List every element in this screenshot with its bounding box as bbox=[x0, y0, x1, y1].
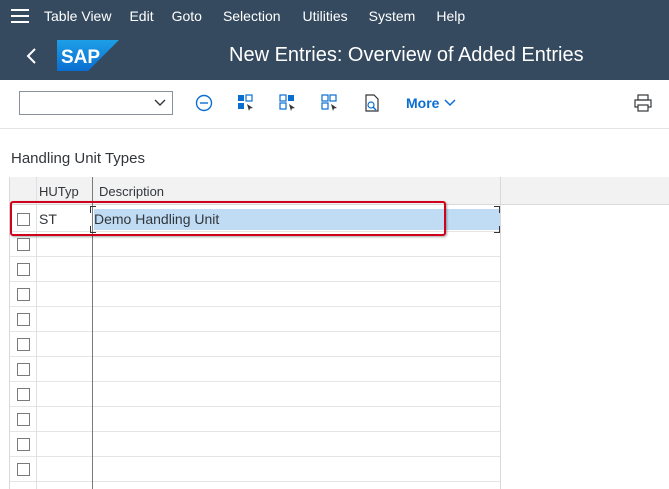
table-row bbox=[10, 407, 500, 432]
page-title: New Entries: Overview of Added Entries bbox=[229, 44, 584, 66]
highlight-annotation-box bbox=[10, 201, 446, 236]
row-selector-checkbox[interactable] bbox=[17, 263, 30, 276]
menu-system[interactable]: System bbox=[369, 8, 416, 24]
chevron-down-icon[interactable] bbox=[153, 96, 167, 110]
menu-selection[interactable]: Selection bbox=[223, 8, 281, 24]
grid-header-filler bbox=[499, 177, 669, 205]
hutyp-input[interactable] bbox=[38, 309, 91, 329]
section-title: Handling Unit Types bbox=[11, 150, 145, 167]
row-selector-checkbox[interactable] bbox=[17, 413, 30, 426]
svg-text:SAP: SAP bbox=[61, 47, 100, 68]
shell-header: SAP New Entries: Overview of Added Entri… bbox=[0, 32, 669, 80]
chevron-down-icon bbox=[444, 99, 456, 107]
row-selector-checkbox[interactable] bbox=[17, 463, 30, 476]
hutyp-input[interactable] bbox=[38, 409, 91, 429]
focus-corner bbox=[494, 226, 500, 233]
back-arrow-icon[interactable] bbox=[22, 46, 42, 66]
menu-utilities[interactable]: Utilities bbox=[303, 8, 348, 24]
hutyp-input[interactable] bbox=[38, 259, 91, 279]
menu-edit[interactable]: Edit bbox=[129, 8, 153, 24]
column-header-description[interactable]: Description bbox=[99, 184, 164, 199]
table-row bbox=[10, 457, 500, 482]
row-selector-checkbox[interactable] bbox=[17, 238, 30, 251]
row-selector-checkbox[interactable] bbox=[17, 388, 30, 401]
hutyp-input[interactable] bbox=[38, 384, 91, 404]
sap-logo: SAP bbox=[57, 40, 119, 71]
more-button[interactable]: More bbox=[406, 95, 456, 111]
column-header-hutyp[interactable]: HUTyp bbox=[39, 184, 79, 199]
command-field[interactable] bbox=[19, 91, 173, 115]
table-row bbox=[10, 382, 500, 407]
more-label: More bbox=[406, 95, 440, 111]
row-selector-checkbox[interactable] bbox=[17, 438, 30, 451]
hutyp-input[interactable] bbox=[38, 334, 91, 354]
menu-goto[interactable]: Goto bbox=[172, 8, 202, 24]
table-row bbox=[10, 332, 500, 357]
row-selector-checkbox[interactable] bbox=[17, 338, 30, 351]
hutyp-input[interactable] bbox=[38, 284, 91, 304]
hutyp-input[interactable] bbox=[38, 459, 91, 479]
select-block-icon[interactable] bbox=[321, 94, 339, 112]
table-row bbox=[10, 307, 500, 332]
hamburger-menu-icon[interactable] bbox=[11, 9, 29, 23]
deselect-icon[interactable] bbox=[279, 94, 297, 112]
table-row bbox=[10, 357, 500, 382]
table-row bbox=[10, 432, 500, 457]
minus-circle-icon[interactable] bbox=[195, 94, 213, 112]
row-selector-checkbox[interactable] bbox=[17, 313, 30, 326]
menu-table-view[interactable]: Table View bbox=[44, 8, 111, 24]
focus-corner bbox=[494, 206, 500, 213]
hutyp-input[interactable] bbox=[38, 359, 91, 379]
hutyp-input[interactable] bbox=[38, 234, 91, 254]
hutyp-input[interactable] bbox=[38, 434, 91, 454]
select-all-icon[interactable] bbox=[237, 94, 255, 112]
menu-help[interactable]: Help bbox=[436, 8, 465, 24]
print-preview-icon[interactable] bbox=[363, 94, 381, 112]
row-selector-checkbox[interactable] bbox=[17, 363, 30, 376]
printer-icon[interactable] bbox=[634, 94, 652, 112]
menu-bar: Table View Edit Goto Selection Utilities… bbox=[0, 0, 669, 32]
table-row bbox=[10, 257, 500, 282]
application-toolbar: More bbox=[0, 80, 669, 129]
table-row bbox=[10, 282, 500, 307]
row-selector-checkbox[interactable] bbox=[17, 288, 30, 301]
